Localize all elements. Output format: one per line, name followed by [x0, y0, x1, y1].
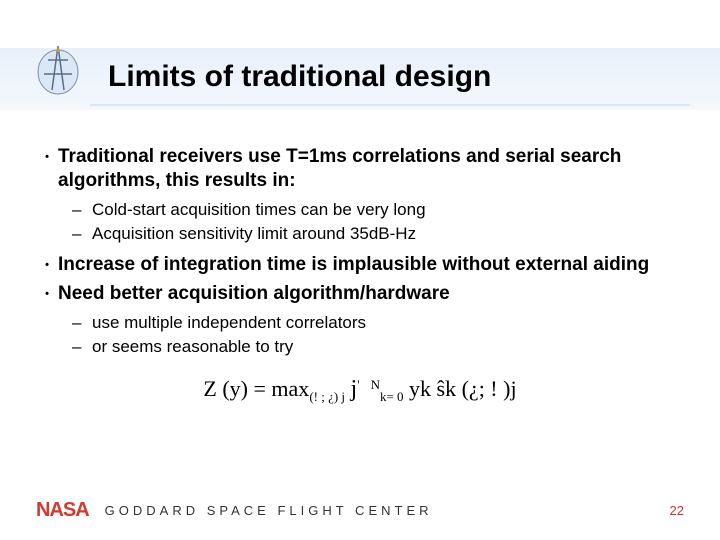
eq-rhs: yk ŝk (¿; ! )j [409, 376, 517, 401]
page-number: 22 [670, 503, 684, 518]
dash-marker-icon: – [72, 199, 92, 221]
dash-marker-icon: – [72, 312, 92, 334]
org-logo-icon [30, 40, 86, 96]
nasa-logo: NASA [36, 499, 89, 522]
bullet-text: Cold-start acquisition times can be very… [92, 199, 684, 221]
bullet-level2: – Cold-start acquisition times can be ve… [72, 199, 684, 221]
eq-big-sup: ' [357, 377, 359, 392]
bullet-level1: • Need better acquisition algorithm/hard… [36, 282, 684, 306]
footer-text: GODDARD SPACE FLIGHT CENTER [105, 503, 433, 518]
eq-op-sub: (! ; ¿) j [309, 389, 345, 404]
bullet-text: use multiple independent correlators [92, 312, 684, 334]
bullet-text: Traditional receivers use T=1ms correlat… [58, 145, 684, 193]
bullet-text: or seems reasonable to try [92, 336, 684, 358]
eq-lhs: Z (y) = [203, 376, 271, 401]
page-title: Limits of traditional design [108, 60, 491, 94]
bullet-level2: – or seems reasonable to try [72, 336, 684, 358]
bullet-marker-icon: • [36, 145, 58, 165]
bullet-level1: • Traditional receivers use T=1ms correl… [36, 145, 684, 193]
bullet-level2: – Acquisition sensitivity limit around 3… [72, 223, 684, 245]
bullet-text: Need better acquisition algorithm/hardwa… [58, 282, 684, 306]
bullet-marker-icon: • [36, 282, 58, 302]
bullet-marker-icon: • [36, 253, 58, 273]
footer: NASA GODDARD SPACE FLIGHT CENTER 22 [36, 499, 684, 522]
title-underline [90, 104, 690, 106]
dash-marker-icon: – [72, 223, 92, 245]
bullet-text: Acquisition sensitivity limit around 35d… [92, 223, 684, 245]
eq-sum-lower: k= 0 [380, 389, 404, 404]
eq-op: max [271, 376, 309, 401]
dash-marker-icon: – [72, 336, 92, 358]
eq-sum-upper: N [371, 377, 380, 392]
bullet-text: Increase of integration time is implausi… [58, 253, 684, 277]
content-area: • Traditional receivers use T=1ms correl… [36, 145, 684, 405]
equation: Z (y) = max(! ; ¿) j j' Nk= 0 yk ŝk (¿; … [36, 376, 684, 405]
bullet-level1: • Increase of integration time is implau… [36, 253, 684, 277]
bullet-level2: – use multiple independent correlators [72, 312, 684, 334]
